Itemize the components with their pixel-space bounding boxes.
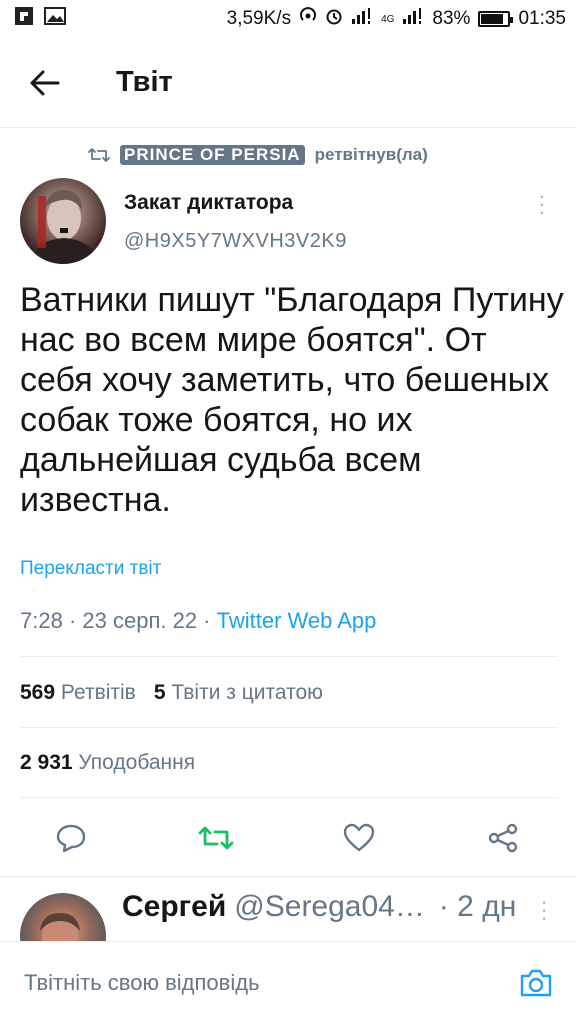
hotspot-icon — [299, 7, 317, 31]
more-options-icon[interactable]: · · · — [535, 185, 549, 223]
signal-icon-2 — [402, 8, 424, 30]
like-button[interactable] — [336, 815, 382, 861]
battery-percent: 83% — [432, 8, 471, 29]
camera-icon — [520, 969, 552, 997]
network-speed: 3,59K/s — [226, 8, 292, 29]
likes-stat[interactable]: 2 931 Уподобання — [20, 751, 195, 775]
retweets-stat[interactable]: 569 Ретвітів — [20, 681, 136, 705]
back-button[interactable] — [0, 70, 90, 96]
action-bar — [0, 815, 576, 861]
likes-count: 2 931 — [20, 751, 73, 774]
divider — [20, 797, 558, 798]
image-icon — [44, 6, 66, 32]
share-icon — [488, 823, 518, 853]
reply-header: Сергей @Serega04… · 2 дн — [122, 890, 562, 924]
flipboard-icon — [14, 6, 34, 32]
retweet-button[interactable] — [193, 815, 239, 861]
reply-time: · 2 дн — [438, 890, 517, 923]
retweet-context: PRINCE OF PERSIA ретвітнув(ла) — [88, 145, 428, 165]
avatar-image — [30, 189, 98, 264]
divider — [20, 656, 558, 657]
reply-icon — [56, 824, 86, 853]
author-handle[interactable]: @H9X5Y7WXVH3V2K9 — [124, 230, 347, 253]
retweeter-name[interactable]: PRINCE OF PERSIA — [120, 145, 305, 165]
retweets-count: 569 — [20, 681, 56, 704]
reply-more-options-icon[interactable]: · · · — [537, 891, 551, 929]
clock: 01:35 — [518, 8, 566, 29]
reply-composer: Твітніть свою відповідь — [0, 941, 576, 1024]
alarm-icon — [325, 7, 343, 31]
divider — [20, 727, 558, 728]
retweet-suffix: ретвітнув(ла) — [314, 145, 428, 164]
quotes-stat[interactable]: 5 Твіти з цитатою — [154, 681, 323, 705]
camera-button[interactable] — [516, 963, 556, 1003]
signal-icon — [351, 8, 373, 30]
arrow-left-icon — [30, 70, 60, 95]
retweet-icon — [198, 826, 234, 850]
section-divider — [0, 876, 576, 877]
retweets-label: Ретвітів — [60, 681, 136, 704]
translate-link[interactable]: Перекласти твіт — [20, 558, 161, 580]
page-title: Твіт — [116, 66, 173, 98]
retweet-small-icon — [88, 148, 110, 162]
quotes-count: 5 — [153, 681, 166, 704]
share-button[interactable] — [480, 815, 526, 861]
reply-button[interactable] — [48, 815, 94, 861]
tweet-text: Ватники пишут "Благодаря Путину нас во в… — [20, 281, 564, 519]
reply-author-handle[interactable]: @Serega04… — [234, 890, 425, 924]
tweet-meta: 7:28 · 23 серп. 22 · Twitter Web App — [20, 608, 377, 633]
like-icon — [343, 823, 375, 852]
author-avatar[interactable] — [20, 178, 106, 264]
author-name[interactable]: Закат диктатора — [124, 191, 293, 215]
tweet-source-app[interactable]: Twitter Web App — [217, 608, 377, 633]
tweet-time: 7:28 — [20, 608, 63, 633]
battery-icon — [478, 11, 514, 27]
network-type: 4G — [381, 13, 395, 25]
status-bar: 3,59K/s 4G 83% 01:35 — [0, 0, 576, 38]
quotes-label: Твіти з цитатою — [171, 681, 323, 704]
engagement-counts: 569 Ретвітів 5 Твіти з цитатою — [20, 681, 323, 705]
reply-author-name[interactable]: Сергей — [122, 890, 226, 924]
tweet-date: 23 серп. 22 — [82, 608, 198, 633]
reply-input[interactable]: Твітніть свою відповідь — [24, 970, 516, 996]
likes-label: Уподобання — [78, 751, 196, 774]
app-header: Твіт — [0, 38, 576, 128]
